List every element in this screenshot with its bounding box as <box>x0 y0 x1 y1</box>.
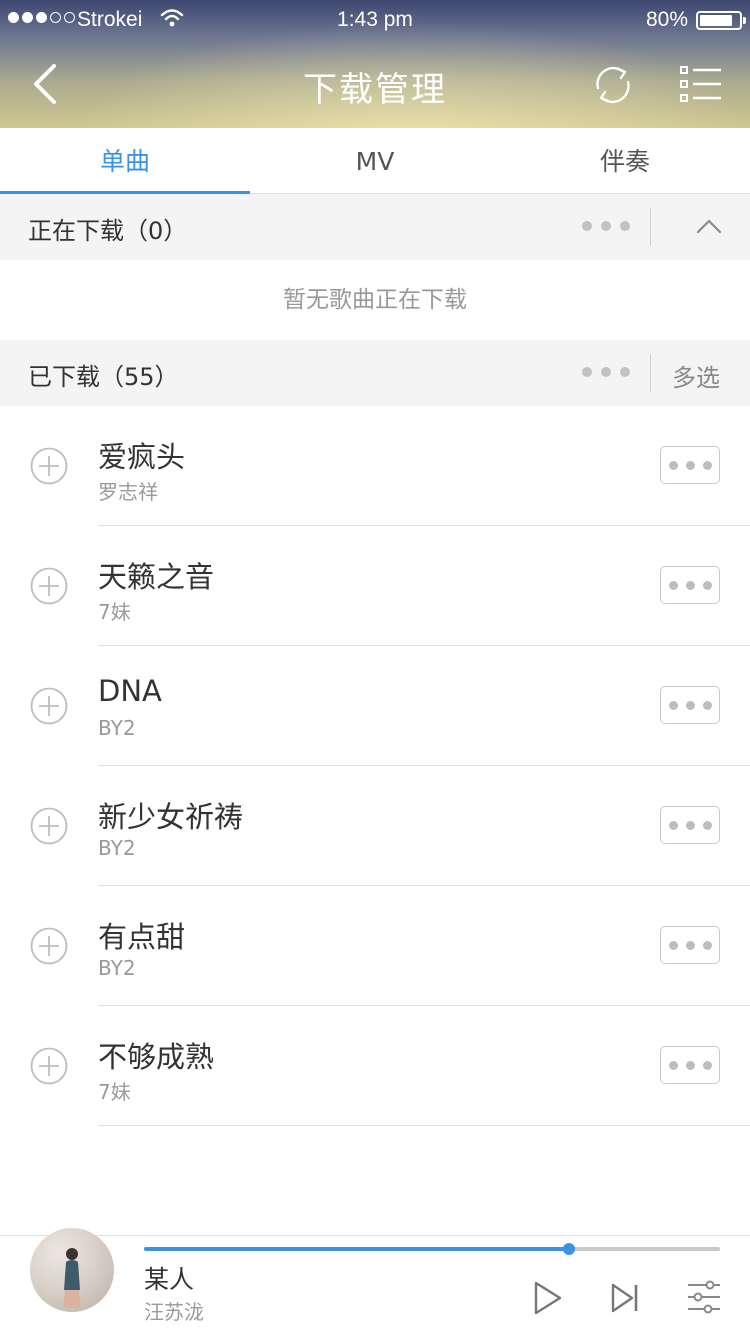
mini-player: 某人 汪苏泷 <box>0 1228 750 1334</box>
more-options-button[interactable] <box>660 446 720 484</box>
header-banner: Strokei 1:43 pm 80% 下载管理 <box>0 0 750 128</box>
more-options-button[interactable] <box>660 1046 720 1084</box>
battery-icon <box>696 11 746 30</box>
song-title: 新少女祈祷 <box>98 800 244 834</box>
downloaded-title: 已下载（55） <box>28 363 179 391</box>
battery-percent: 80% <box>645 8 688 31</box>
more-options-button[interactable] <box>660 806 720 844</box>
song-title: 天籁之音 <box>98 560 215 594</box>
song-artist: 7妹 <box>98 600 131 624</box>
add-circle-icon[interactable] <box>30 567 68 605</box>
progress-knob[interactable] <box>563 1243 576 1255</box>
add-circle-icon[interactable] <box>30 1047 68 1085</box>
list-menu-icon[interactable] <box>680 64 722 104</box>
downloaded-section-header: 已下载（55） 多选 <box>0 340 750 406</box>
tab-accompaniment[interactable]: 伴奏 <box>500 128 750 193</box>
more-options-button[interactable] <box>660 566 720 604</box>
divider <box>650 354 651 392</box>
downloading-section-header: 正在下载（0） <box>0 194 750 260</box>
downloaded-more-icon[interactable] <box>582 367 630 377</box>
empty-downloading-message: 暂无歌曲正在下载 <box>0 260 750 340</box>
divider <box>650 208 651 246</box>
song-row[interactable]: DNA BY2 <box>0 646 750 766</box>
song-artist: BY2 <box>98 836 136 860</box>
add-circle-icon[interactable] <box>30 447 68 485</box>
now-playing-artist: 汪苏泷 <box>144 1300 204 1324</box>
song-row[interactable]: 天籁之音 7妹 <box>0 526 750 646</box>
add-circle-icon[interactable] <box>30 927 68 965</box>
album-cover-avatar[interactable] <box>30 1228 114 1312</box>
artist-figure-icon <box>63 1248 81 1308</box>
downloading-title: 正在下载（0） <box>28 217 188 245</box>
more-options-button[interactable] <box>660 686 720 724</box>
song-row[interactable]: 有点甜 BY2 <box>0 886 750 1006</box>
tab-singles[interactable]: 单曲 <box>0 128 250 194</box>
song-artist: BY2 <box>98 956 136 980</box>
clock: 1:43 pm <box>337 8 413 31</box>
song-title: 不够成熟 <box>98 1040 215 1074</box>
song-artist: 罗志祥 <box>98 480 158 504</box>
row-divider <box>98 1125 750 1126</box>
tab-mv[interactable]: MV <box>250 128 500 193</box>
song-artist: BY2 <box>98 716 136 740</box>
downloading-more-icon[interactable] <box>582 221 630 231</box>
song-list: 爱疯头 罗志祥 天籁之音 7妹 DNA BY2 新少女祈祷 BY2 有点甜 BY… <box>0 406 750 1126</box>
multi-select-button[interactable]: 多选 <box>672 358 720 393</box>
status-bar: Strokei 1:43 pm 80% <box>0 0 750 40</box>
song-title: DNA <box>98 674 162 708</box>
collapse-chevron-up-icon[interactable] <box>694 212 724 242</box>
add-circle-icon[interactable] <box>30 687 68 725</box>
song-title: 有点甜 <box>98 920 186 954</box>
play-icon[interactable] <box>532 1280 564 1316</box>
refresh-icon[interactable] <box>590 62 636 108</box>
progress-fill <box>144 1247 570 1251</box>
song-artist: 7妹 <box>98 1080 131 1104</box>
playback-progress-bar[interactable] <box>144 1243 720 1255</box>
song-title: 爱疯头 <box>98 440 186 474</box>
next-track-icon[interactable] <box>610 1282 640 1314</box>
add-circle-icon[interactable] <box>30 807 68 845</box>
tab-bar: 单曲 MV 伴奏 <box>0 128 750 194</box>
song-row[interactable]: 新少女祈祷 BY2 <box>0 766 750 886</box>
more-options-button[interactable] <box>660 926 720 964</box>
song-row[interactable]: 爱疯头 罗志祥 <box>0 406 750 526</box>
nav-bar: 下载管理 <box>0 40 750 128</box>
playlist-settings-icon[interactable] <box>686 1280 722 1314</box>
page-title: 下载管理 <box>303 70 447 110</box>
song-row[interactable]: 不够成熟 7妹 <box>0 1006 750 1126</box>
now-playing-title: 某人 <box>144 1265 195 1294</box>
